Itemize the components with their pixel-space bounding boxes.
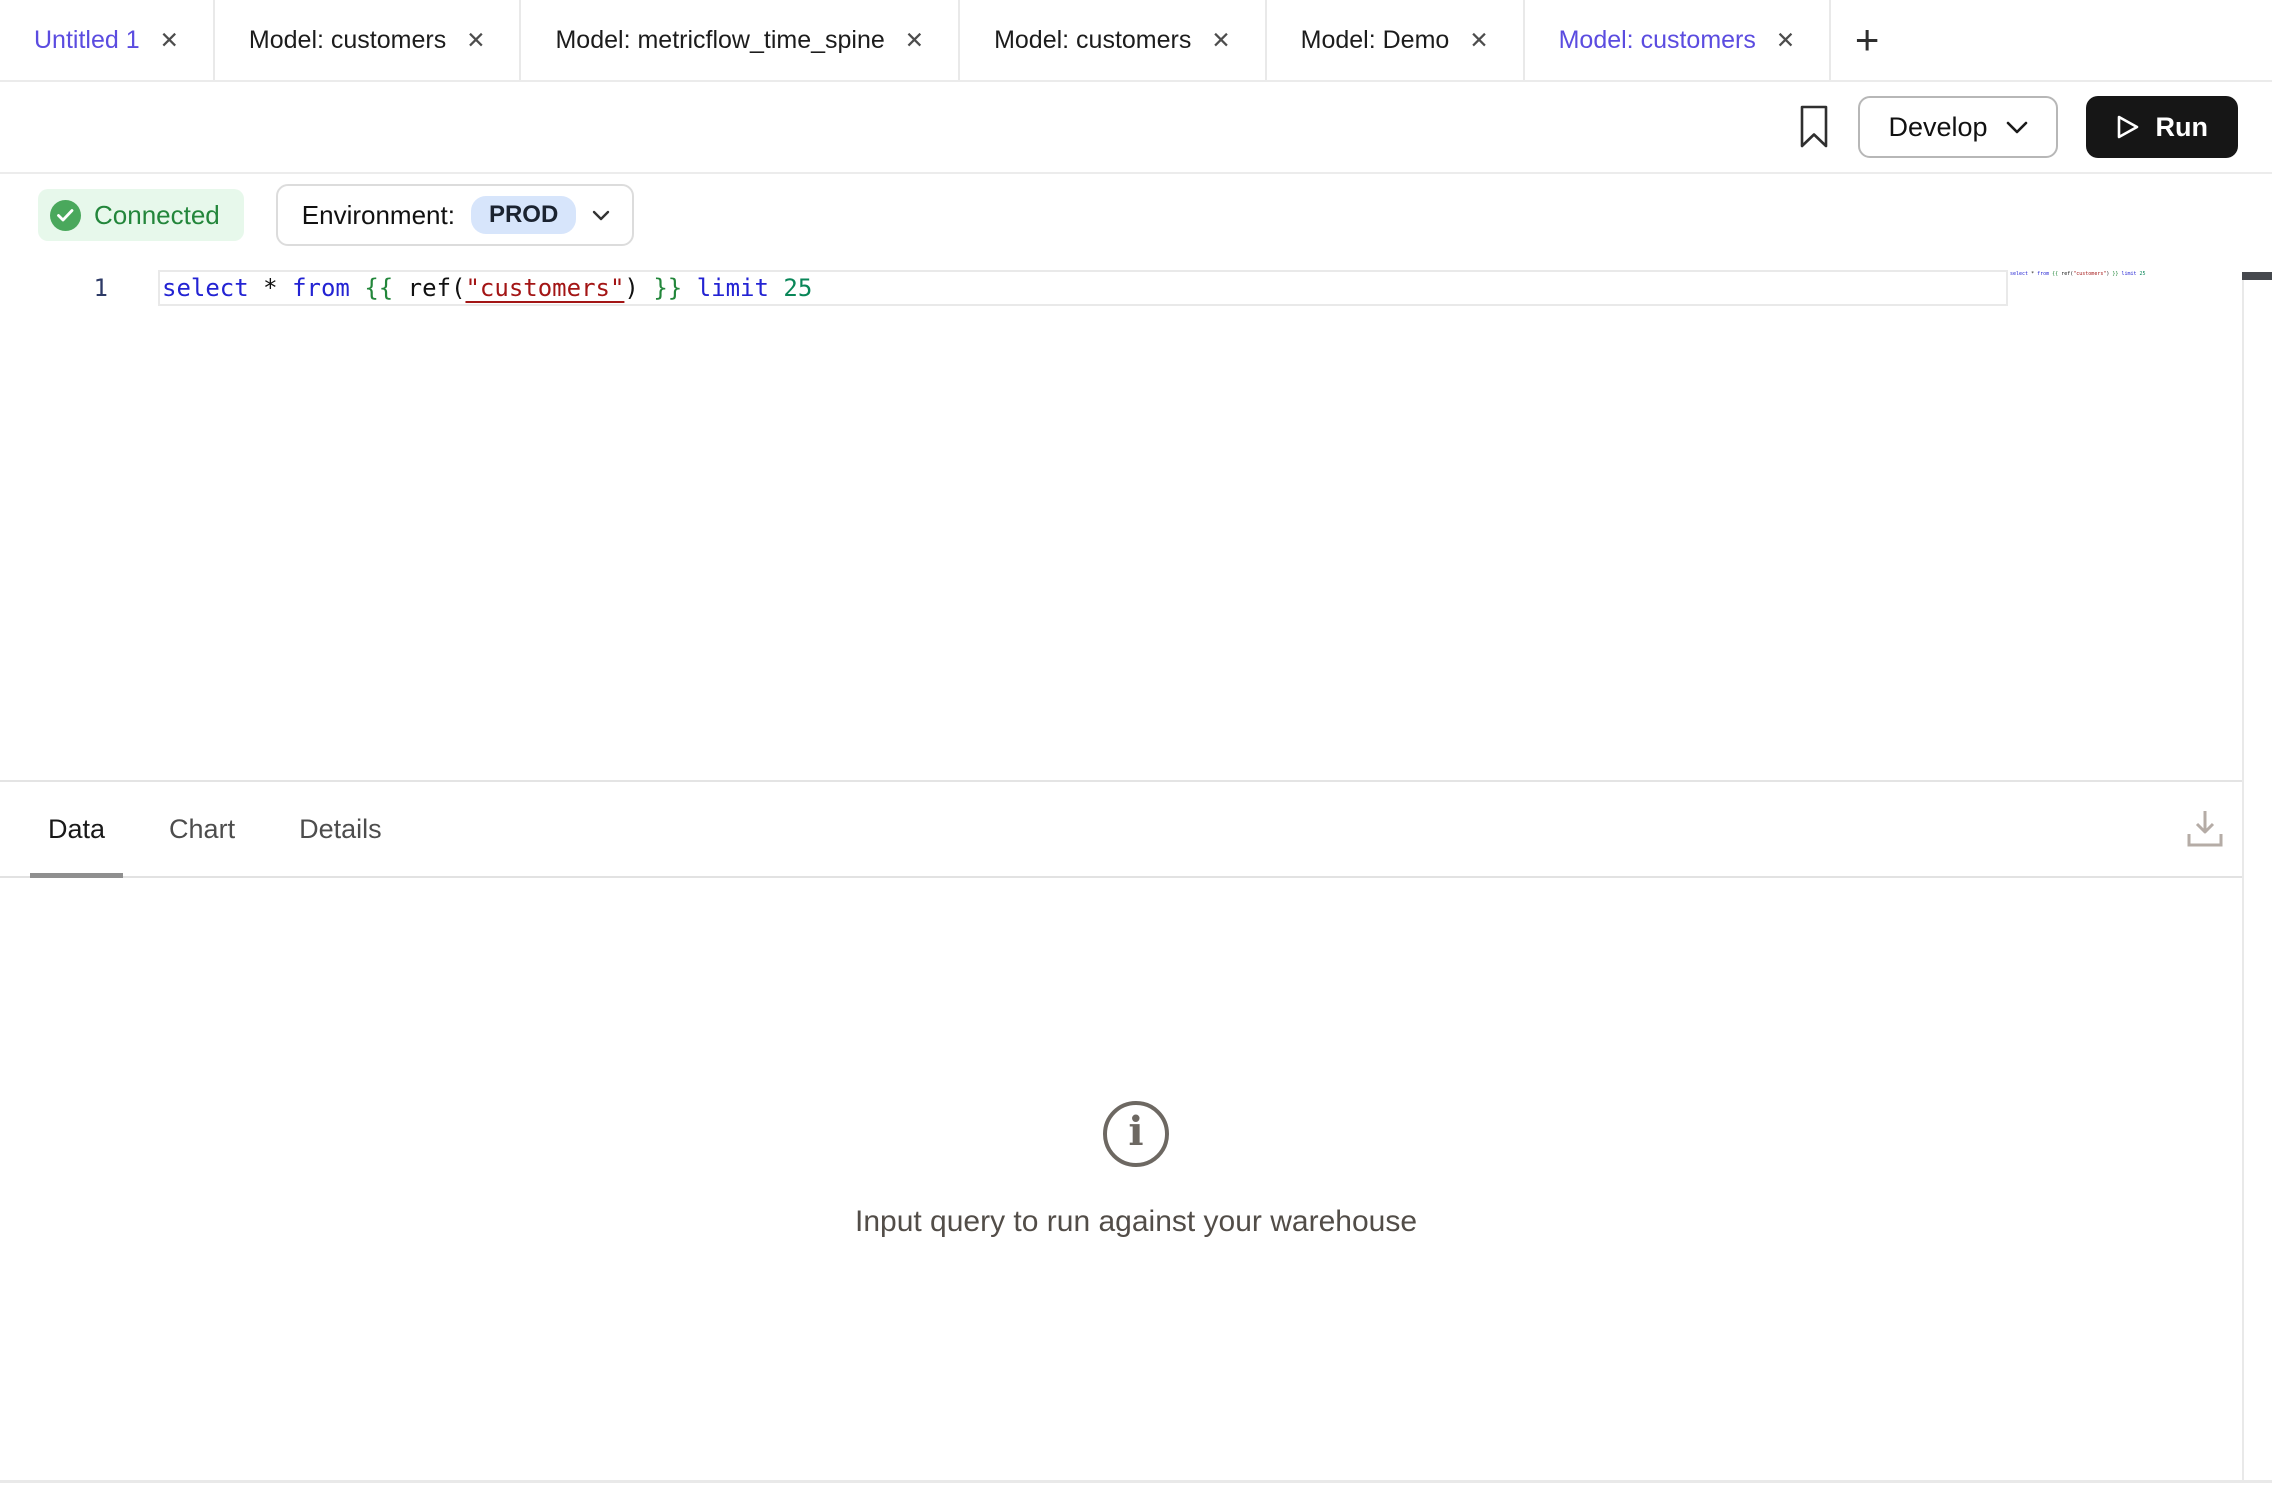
tab-chart[interactable]: Chart [151,782,253,876]
develop-button-label: Develop [1888,112,1987,143]
line-number: 1 [94,274,108,302]
sql-editor[interactable]: 1 select * from {{ ref("customers") }} l… [0,256,2272,780]
dbt-ide-window: Untitled 1 ✕ Model: customers ✕ Model: m… [0,0,2272,1486]
editor-tab-bar: Untitled 1 ✕ Model: customers ✕ Model: m… [0,0,2272,82]
tab-model-customers-3[interactable]: Model: customers ✕ [1525,0,1832,80]
close-tab-icon[interactable]: ✕ [160,29,179,52]
close-tab-icon[interactable]: ✕ [1211,29,1230,52]
info-icon: i [1103,1101,1169,1167]
empty-state-message: Input query to run against your warehous… [855,1205,1417,1239]
connection-status-bar: Connected Environment: PROD [0,174,2272,256]
tab-data-label: Data [48,814,105,845]
chevron-down-icon [592,210,610,221]
play-icon [2116,114,2140,140]
tab-label: Untitled 1 [34,26,140,55]
tab-model-demo[interactable]: Model: Demo ✕ [1267,0,1525,80]
environment-value-pill: PROD [471,196,576,234]
tab-label: Model: metricflow_time_spine [555,26,884,55]
environment-selector[interactable]: Environment: PROD [276,184,635,246]
tab-label: Model: customers [994,26,1191,55]
connection-status-badge: Connected [38,189,244,241]
bottom-divider [0,1480,2272,1483]
tab-details-label: Details [299,814,382,845]
tab-label: Model: customers [1559,26,1756,55]
scrollbar-thumb[interactable] [2242,272,2272,280]
run-button[interactable]: Run [2086,96,2238,158]
editor-minimap[interactable]: select * from {{ ref("customers") }} lim… [2010,271,2230,278]
bookmark-icon[interactable] [1798,104,1830,150]
minimap-code-line: select * from {{ ref("customers") }} lim… [2010,271,2230,278]
check-icon [50,200,81,231]
tab-model-customers-1[interactable]: Model: customers ✕ [215,0,522,80]
close-tab-icon[interactable]: ✕ [466,29,485,52]
tab-chart-label: Chart [169,814,235,845]
close-tab-icon[interactable]: ✕ [1469,29,1488,52]
code-line[interactable]: select * from {{ ref("customers") }} lim… [162,270,812,306]
close-tab-icon[interactable]: ✕ [905,29,924,52]
results-tab-bar: Data Chart Details [0,782,2272,878]
editor-scrollbar[interactable] [2242,272,2272,1480]
chevron-down-icon [2006,121,2028,134]
tab-label: Model: Demo [1301,26,1450,55]
results-empty-state: i Input query to run against your wareho… [0,878,2272,1478]
editor-gutter: 1 [0,270,158,306]
close-tab-icon[interactable]: ✕ [1776,29,1795,52]
tab-data[interactable]: Data [30,782,123,876]
new-tab-button[interactable]: + [1831,0,1903,80]
tab-label: Model: customers [249,26,446,55]
tab-model-metricflow-time-spine[interactable]: Model: metricflow_time_spine ✕ [521,0,960,80]
tab-model-customers-2[interactable]: Model: customers ✕ [960,0,1267,80]
editor-toolbar: Develop Run [0,82,2272,174]
run-button-label: Run [2156,112,2208,143]
environment-label: Environment: [302,200,455,231]
connected-label: Connected [94,200,220,231]
tab-untitled-1[interactable]: Untitled 1 ✕ [0,0,215,80]
download-icon[interactable] [2182,807,2228,851]
tab-details[interactable]: Details [281,782,400,876]
develop-button[interactable]: Develop [1858,96,2057,158]
results-panel: Data Chart Details i Input query to run … [0,780,2272,1478]
